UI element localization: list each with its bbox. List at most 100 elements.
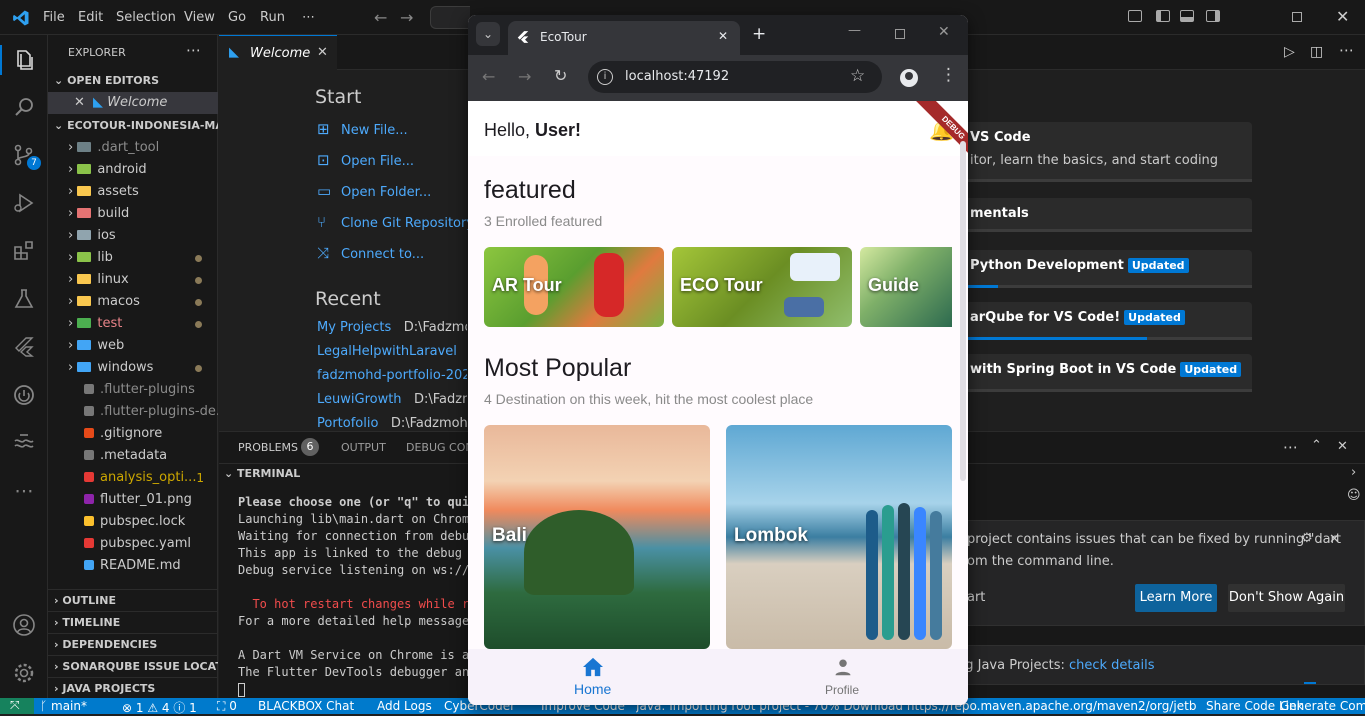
close-panel-icon[interactable]: ✕ (1337, 439, 1348, 454)
tree-item[interactable]: › web (48, 335, 218, 357)
tree-item[interactable]: › test (48, 313, 218, 335)
menu-selection[interactable]: Selection (116, 10, 176, 25)
tree-item[interactable]: › lib (48, 247, 218, 269)
menu-more[interactable]: ⋯ (302, 10, 315, 25)
reload-icon[interactable]: ↻ (554, 66, 567, 85)
check-details-link[interactable]: check details (1069, 658, 1155, 673)
explorer-more-icon[interactable]: ⋯ (186, 41, 201, 59)
tree-item[interactable]: › linux (48, 269, 218, 291)
tree-item[interactable]: pubspec.lock (48, 511, 218, 533)
status-addlogs[interactable]: Add Logs (377, 699, 432, 713)
minimize-browser-icon[interactable]: — (848, 23, 861, 38)
nav-profile[interactable]: Profile (798, 649, 888, 705)
split-editor-icon[interactable]: ◫ (1310, 44, 1323, 60)
tab-welcome[interactable]: ◣ Welcome ✕ (219, 35, 337, 70)
popular-card-bali[interactable]: Bali (484, 425, 710, 649)
editor-more-icon[interactable]: ⋯ (1339, 41, 1354, 59)
status-generate[interactable]: Generate Comm (1280, 699, 1365, 713)
start-item[interactable]: ⑂ Clone Git Repository... (317, 213, 485, 231)
tree-item[interactable]: analysis_opti... 1 (48, 467, 218, 489)
remote-indicator[interactable]: ⤧ (0, 698, 34, 714)
tree-item[interactable]: › windows (48, 357, 218, 379)
tree-item[interactable]: › assets (48, 181, 218, 203)
toggle-secondary-sidebar-icon[interactable] (1206, 10, 1220, 22)
browser-back-icon[interactable]: ← (482, 67, 495, 86)
bookmark-star-icon[interactable]: ☆ (850, 66, 865, 86)
browser-tab[interactable]: EcoTour ✕ (508, 21, 740, 55)
menu-run[interactable]: Run (260, 10, 285, 25)
open-editor-welcome[interactable]: ✕ ◣ Welcome (48, 92, 218, 114)
terminal-copilot-icon[interactable]: ☺ (1347, 488, 1361, 503)
panel-more-icon[interactable]: ⋯ (1283, 438, 1298, 456)
remote-explorer-icon[interactable] (12, 431, 36, 455)
toggle-sidebar-icon[interactable] (1156, 10, 1170, 22)
back-arrow-icon[interactable]: ← (374, 8, 387, 27)
recent-item[interactable]: LeuwiGrowth D:\Fadzmo (317, 392, 467, 407)
flutter-icon[interactable] (12, 335, 36, 359)
tree-item[interactable]: flutter_01.png (48, 489, 218, 511)
sidebar-section-header[interactable]: › TIMELINE (48, 611, 218, 633)
tree-item[interactable]: › .dart_tool (48, 137, 218, 159)
more-icon[interactable]: ⋯ (12, 479, 36, 503)
featured-card-guide[interactable]: Guide (860, 247, 952, 327)
new-tab-icon[interactable]: + (752, 24, 766, 44)
tree-item[interactable]: › macos (48, 291, 218, 313)
maximize-browser-icon[interactable] (895, 29, 905, 39)
browser-forward-icon[interactable]: → (518, 67, 531, 86)
featured-card-ar-tour[interactable]: AR Tour (484, 247, 664, 327)
notification-bell-icon[interactable]: 🔔 (929, 118, 954, 143)
walkthrough-card[interactable]: mentals (960, 198, 1252, 232)
explorer-icon[interactable] (12, 48, 36, 72)
walkthrough-card[interactable]: Python Development Updated (960, 250, 1252, 288)
walkthrough-card[interactable]: VS Code itor, learn the basics, and start… (960, 122, 1252, 182)
open-editors-header[interactable]: ⌄ OPEN EDITORS (48, 70, 218, 92)
command-center[interactable] (430, 6, 470, 29)
tree-item[interactable]: › ios (48, 225, 218, 247)
browser-menu-icon[interactable]: ⋮ (940, 65, 957, 85)
maximize-panel-icon[interactable]: ⌃ (1311, 438, 1322, 453)
run-icon[interactable]: ▷ (1284, 44, 1295, 60)
recent-item[interactable]: fadzmohd-portfolio-2025 (317, 368, 467, 383)
terminal-chevron-icon[interactable]: › (1351, 465, 1356, 480)
sidebar-section-header[interactable]: › DEPENDENCIES (48, 633, 218, 655)
tree-item[interactable]: .gitignore (48, 423, 218, 445)
root-folder-header[interactable]: ⌄ ECOTOUR-INDONESIA-MAIN (48, 115, 218, 137)
close-window-icon[interactable]: ✕ (1336, 7, 1349, 26)
tree-item[interactable]: › android (48, 159, 218, 181)
testing-icon[interactable] (12, 287, 36, 311)
account-icon[interactable] (12, 613, 36, 637)
dont-show-again-button[interactable]: Don't Show Again (1228, 584, 1345, 612)
tree-item[interactable]: › build (48, 203, 218, 225)
menu-view[interactable]: View (184, 10, 215, 25)
start-item[interactable]: ▭ Open Folder... (317, 182, 431, 200)
menu-go[interactable]: Go (228, 10, 246, 25)
notification-close-icon[interactable]: ✕ (1329, 532, 1340, 547)
status-blackbox[interactable]: BLACKBOX Chat (258, 699, 354, 713)
toggle-panel-icon[interactable] (1180, 10, 1194, 22)
recent-item[interactable]: LegalHelpwithLaravel C:\ (317, 344, 467, 359)
tab-search-icon[interactable]: ⌄ (476, 22, 500, 46)
manage-gear-icon[interactable] (12, 661, 36, 685)
start-item[interactable]: ⊞ New File... (317, 120, 408, 138)
restore-icon[interactable] (1292, 12, 1302, 22)
walkthrough-card[interactable]: with Spring Boot in VS Code Updated (960, 354, 1252, 392)
start-item[interactable]: ⤨ Connect to... (317, 244, 424, 262)
sidebar-section-header[interactable]: › OUTLINE (48, 589, 218, 611)
address-bar[interactable]: i localhost:47192 ☆ (588, 61, 882, 93)
menu-edit[interactable]: Edit (78, 10, 103, 25)
nav-home[interactable]: Home (548, 649, 638, 705)
start-item[interactable]: ⊡ Open File... (317, 151, 414, 169)
recent-item[interactable]: My Projects D:\Fadzmoh (317, 320, 467, 335)
app-scrollbar[interactable] (960, 141, 966, 481)
featured-card-eco-tour[interactable]: ECO Tour (672, 247, 852, 327)
close-browser-icon[interactable]: ✕ (938, 24, 950, 40)
status-problems[interactable]: ⊗ 1 ⚠ 4 ⓘ 1 (122, 699, 197, 716)
layout-icon[interactable] (1128, 10, 1142, 22)
tree-item[interactable]: README.md (48, 555, 218, 577)
tree-item[interactable]: .flutter-plugins-de... (48, 401, 218, 423)
extensions-icon[interactable] (12, 239, 36, 263)
learn-more-button[interactable]: Learn More (1135, 584, 1217, 612)
notification-gear-icon[interactable]: ⚙ (1301, 531, 1313, 546)
close-tab-icon[interactable]: ✕ (317, 45, 328, 60)
forward-arrow-icon[interactable]: → (400, 8, 413, 27)
